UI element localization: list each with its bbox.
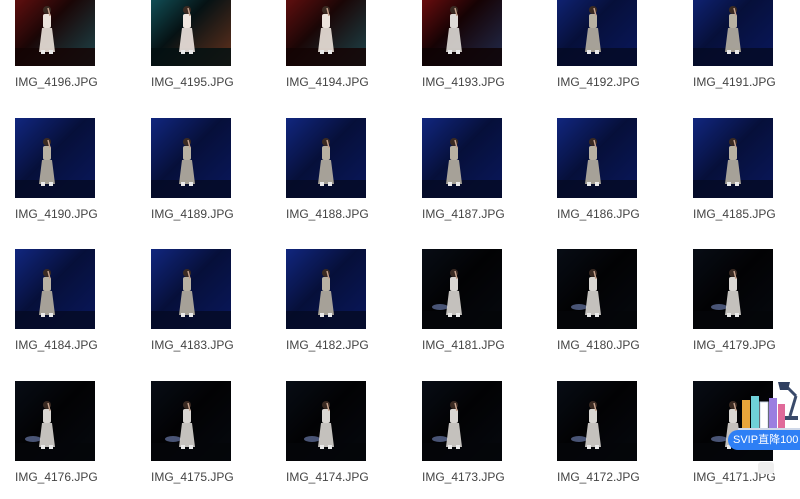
file-name-label: IMG_4184.JPG: [15, 338, 98, 352]
image-file-item[interactable]: IMG_4176.JPG: [15, 0, 111, 484]
file-name-label: IMG_4176.JPG: [15, 470, 98, 484]
image-thumbnail[interactable]: [422, 118, 502, 198]
image-thumbnail[interactable]: [557, 381, 637, 461]
books-lamp-icon: [738, 382, 800, 432]
image-file-item[interactable]: IMG_4175.JPG: [151, 0, 247, 484]
file-name-label: IMG_4175.JPG: [151, 470, 234, 484]
image-file-item[interactable]: IMG_4174.JPG: [286, 0, 382, 484]
file-name-label: IMG_4173.JPG: [422, 470, 505, 484]
image-thumbnail[interactable]: [286, 249, 366, 329]
image-thumbnail[interactable]: [693, 118, 773, 198]
image-thumbnail[interactable]: [557, 249, 637, 329]
file-name-label: IMG_4187.JPG: [422, 207, 505, 221]
image-thumbnail[interactable]: [693, 249, 773, 329]
image-thumbnail[interactable]: [422, 249, 502, 329]
widget-drag-handle[interactable]: [758, 462, 774, 474]
file-name-label: IMG_4174.JPG: [286, 470, 369, 484]
image-thumbnail[interactable]: [557, 118, 637, 198]
image-file-item[interactable]: IMG_4171.JPG: [693, 0, 789, 484]
image-thumbnail[interactable]: [151, 249, 231, 329]
image-file-item[interactable]: IMG_4172.JPG: [557, 0, 653, 484]
image-thumbnail[interactable]: [15, 381, 95, 461]
file-name-label: IMG_4172.JPG: [557, 470, 640, 484]
image-thumbnail[interactable]: [286, 381, 366, 461]
image-file-item[interactable]: IMG_4173.JPG: [422, 0, 518, 484]
file-name-label: IMG_4179.JPG: [693, 338, 776, 352]
image-thumbnail[interactable]: [422, 381, 502, 461]
file-name-label: IMG_4183.JPG: [151, 338, 234, 352]
svip-discount-badge[interactable]: SVIP直降100: [728, 430, 800, 450]
file-name-label: IMG_4190.JPG: [15, 207, 98, 221]
image-thumbnail[interactable]: [151, 381, 231, 461]
file-name-label: IMG_4188.JPG: [286, 207, 369, 221]
image-thumbnail[interactable]: [151, 118, 231, 198]
file-name-label: IMG_4171.JPG: [693, 470, 776, 484]
file-name-label: IMG_4180.JPG: [557, 338, 640, 352]
svip-promo-widget[interactable]: SVIP直降100: [728, 382, 800, 458]
file-name-label: IMG_4181.JPG: [422, 338, 505, 352]
file-name-label: IMG_4185.JPG: [693, 207, 776, 221]
image-thumbnail[interactable]: [286, 118, 366, 198]
file-name-label: IMG_4189.JPG: [151, 207, 234, 221]
file-grid: IMG_4196.JPG IMG_4195.JPG IMG_4194.JPG I…: [0, 0, 800, 499]
image-thumbnail[interactable]: [15, 118, 95, 198]
file-name-label: IMG_4182.JPG: [286, 338, 369, 352]
image-thumbnail[interactable]: [15, 249, 95, 329]
file-name-label: IMG_4186.JPG: [557, 207, 640, 221]
